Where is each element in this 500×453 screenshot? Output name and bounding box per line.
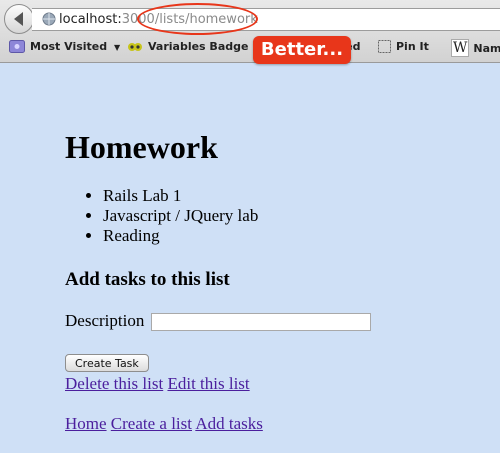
globe-icon <box>42 12 56 26</box>
url-bar[interactable]: localhost:3000/lists/homework <box>32 8 500 31</box>
description-row: Description <box>65 310 371 332</box>
create-list-link[interactable]: Create a list <box>111 414 192 433</box>
home-link[interactable]: Home <box>65 414 107 433</box>
add-tasks-heading: Add tasks to this list <box>65 269 230 290</box>
url-host: localhost: <box>59 12 122 27</box>
browser-toolbar: localhost:3000/lists/homework Most Visit… <box>0 0 500 63</box>
description-label: Description <box>65 311 145 330</box>
bookmark-label: Variables Badge <box>148 40 249 53</box>
folder-icon <box>9 40 25 53</box>
bookmarks-bar: Most Visited ▼ Variables Badge arted Pin… <box>0 35 500 61</box>
dropdown-arrow-icon: ▼ <box>113 43 121 52</box>
bookmark-label: Pin It <box>396 40 429 53</box>
delete-list-link[interactable]: Delete this list <box>65 374 163 393</box>
back-arrow-icon <box>14 12 23 26</box>
description-input[interactable] <box>150 313 371 332</box>
task-list: Rails Lab 1 Javascript / JQuery lab Read… <box>65 186 258 246</box>
page-icon <box>378 40 391 53</box>
bookmark-label: Most Visited <box>30 40 108 53</box>
bookmark-pin-it[interactable]: Pin It <box>378 40 429 53</box>
bookmark-most-visited[interactable]: Most Visited ▼ <box>9 40 120 53</box>
bookmark-variables-badge[interactable]: Variables Badge <box>127 40 248 53</box>
back-button[interactable] <box>4 4 34 34</box>
wikipedia-icon: W <box>451 39 470 57</box>
add-tasks-link[interactable]: Add tasks <box>195 414 263 433</box>
url-highlight-circle <box>137 3 258 35</box>
list-item: Javascript / JQuery lab <box>103 206 258 226</box>
edit-list-link[interactable]: Edit this list <box>167 374 249 393</box>
bookmark-label: Nam <box>473 42 500 55</box>
create-task-button[interactable]: Create Task <box>65 354 149 372</box>
list-item: Rails Lab 1 <box>103 186 258 206</box>
page-title: Homework <box>65 129 218 165</box>
bookmark-wikipedia[interactable]: W Nam <box>451 39 500 57</box>
list-item: Reading <box>103 226 258 246</box>
badge-eyes-icon <box>128 43 142 51</box>
nav-links: Home Create a list Add tasks <box>65 414 263 434</box>
better-callout: Better... <box>253 36 351 64</box>
list-actions: Delete this list Edit this list <box>65 374 250 394</box>
